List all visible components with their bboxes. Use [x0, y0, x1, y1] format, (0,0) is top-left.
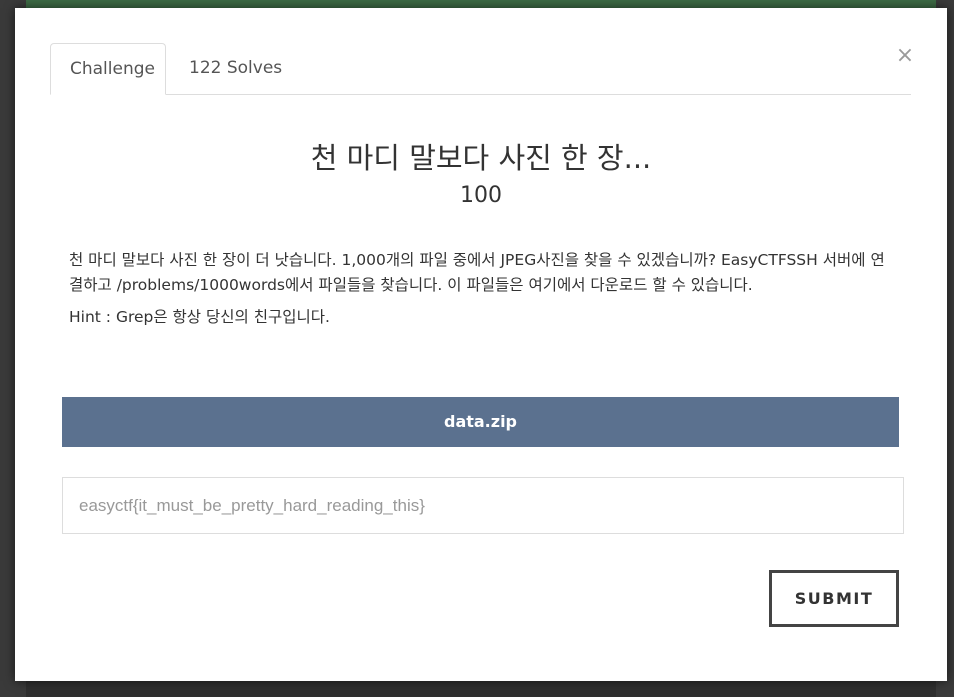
tab-challenge[interactable]: Challenge: [50, 43, 166, 95]
challenge-description: 천 마디 말보다 사진 한 장이 더 낫습니다. 1,000개의 파일 중에서 …: [69, 248, 897, 338]
challenge-title: 천 마디 말보다 사진 한 장...: [310, 141, 652, 175]
backdrop-footer: [26, 680, 936, 697]
description-paragraph: 천 마디 말보다 사진 한 장이 더 낫습니다. 1,000개의 파일 중에서 …: [69, 251, 885, 294]
challenge-modal: × Challenge 122 Solves 천 마디 말보다 사진 한 장..…: [15, 8, 947, 681]
tab-solves[interactable]: 122 Solves: [170, 43, 301, 94]
hint-paragraph: Hint : Grep은 항상 당신의 친구입니다.: [69, 308, 330, 326]
flag-input[interactable]: [62, 477, 904, 534]
download-file-button[interactable]: data.zip: [62, 397, 899, 447]
submit-button[interactable]: SUBMIT: [769, 570, 899, 627]
challenge-points: 100: [460, 183, 502, 208]
modal-tabs: Challenge 122 Solves: [50, 43, 911, 95]
